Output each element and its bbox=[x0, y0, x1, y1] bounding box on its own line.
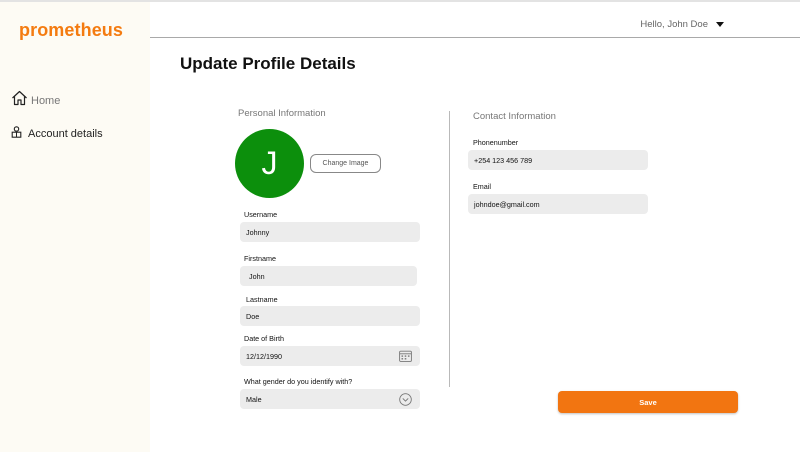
phone-label: Phonenumber bbox=[473, 138, 519, 147]
section-divider bbox=[449, 111, 450, 387]
dob-value: 12/12/1990 bbox=[246, 351, 282, 361]
top-header: Hello, John Doe bbox=[150, 2, 800, 38]
dob-field[interactable]: 12/12/1990 bbox=[240, 346, 420, 366]
lastname-field[interactable]: Doe bbox=[240, 306, 420, 326]
sidebar-item-label: Home bbox=[31, 94, 61, 107]
chevron-down-circle-icon[interactable] bbox=[398, 392, 412, 406]
user-greeting: Hello, John Doe bbox=[640, 19, 708, 30]
username-field[interactable]: Johnny bbox=[240, 222, 420, 242]
lastname-label: Lastname bbox=[246, 295, 278, 304]
sidebar-item-label: Account details bbox=[28, 128, 103, 140]
change-image-button[interactable]: Change Image bbox=[310, 154, 381, 173]
brand-logo: prometheus bbox=[19, 20, 124, 40]
email-field[interactable]: johndoe@gmail.com bbox=[468, 194, 648, 214]
sidebar-item-account-details[interactable]: Account details bbox=[11, 125, 103, 143]
sidebar: prometheus Home Account details bbox=[0, 2, 150, 452]
section-title-contact: Contact Information bbox=[473, 111, 556, 122]
firstname-field[interactable]: John bbox=[240, 266, 417, 286]
firstname-label: Firstname bbox=[244, 254, 276, 263]
calendar-icon[interactable] bbox=[398, 349, 412, 363]
section-title-personal: Personal Information bbox=[238, 108, 326, 119]
phone-field[interactable]: +254 123 456 789 bbox=[468, 150, 648, 170]
caret-down-icon bbox=[716, 22, 724, 27]
home-icon bbox=[11, 90, 28, 111]
firstname-value: John bbox=[249, 271, 265, 281]
sidebar-item-home[interactable]: Home bbox=[11, 90, 60, 111]
account-icon bbox=[11, 125, 22, 143]
username-value: Johnny bbox=[246, 227, 270, 237]
phone-value: +254 123 456 789 bbox=[474, 155, 533, 165]
gender-value: Male bbox=[246, 394, 262, 404]
username-label: Username bbox=[244, 210, 278, 219]
email-label: Email bbox=[473, 182, 491, 191]
avatar: J bbox=[235, 129, 304, 198]
user-menu[interactable]: Hello, John Doe bbox=[640, 19, 724, 30]
gender-select[interactable]: Male bbox=[240, 389, 420, 409]
lastname-value: Doe bbox=[246, 311, 260, 321]
avatar-initial: J bbox=[261, 145, 278, 181]
dob-label: Date of Birth bbox=[244, 334, 284, 343]
page-title: Update Profile Details bbox=[180, 54, 356, 73]
gender-label: What gender do you identify with? bbox=[244, 377, 353, 386]
email-value: johndoe@gmail.com bbox=[474, 199, 540, 209]
save-button[interactable]: Save bbox=[558, 391, 738, 413]
